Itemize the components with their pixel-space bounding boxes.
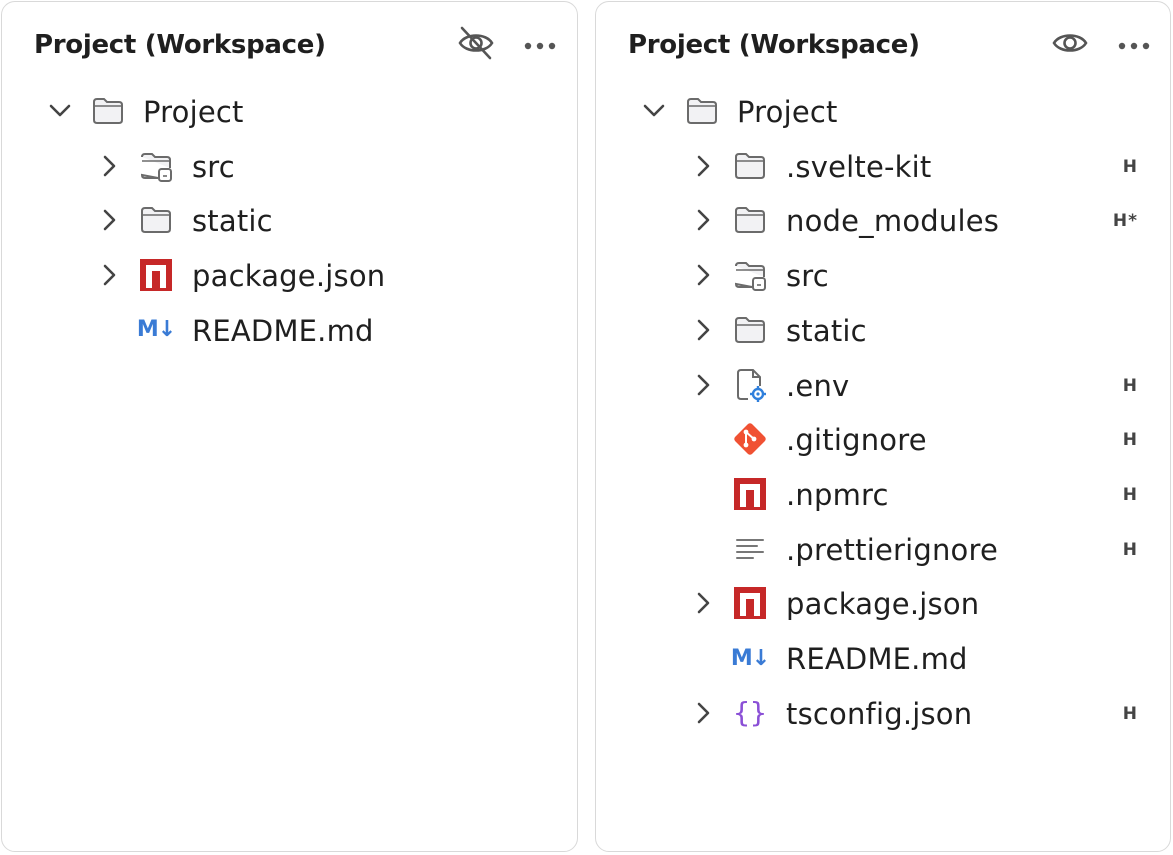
folder-icon [90, 93, 126, 129]
panel-header: Project (Workspace) [628, 24, 1154, 66]
panel-title: Project (Workspace) [628, 30, 920, 60]
tree-item-label: .gitignore [786, 423, 927, 458]
tree-item[interactable]: src [2, 139, 577, 194]
tree-item-label: node_modules [786, 204, 1000, 239]
tree-item-label: .npmrc [786, 477, 889, 512]
markdown-icon: M↓ [730, 645, 770, 671]
toggle-hidden-files-button[interactable] [456, 24, 496, 66]
tree-item[interactable]: package.json [2, 248, 577, 303]
tree-item[interactable]: static [596, 303, 1170, 358]
tree-item-label: package.json [786, 587, 980, 622]
panel-title: Project (Workspace) [34, 30, 326, 60]
chevron-right-icon[interactable] [690, 317, 716, 343]
tree-item[interactable]: package.json [596, 576, 1170, 631]
hidden-status-badge: H [1122, 484, 1138, 505]
chevron-down-icon[interactable] [641, 98, 667, 124]
markdown-icon: M↓ [136, 317, 176, 343]
hidden-status-badge: H [1122, 703, 1138, 724]
hidden-status-badge: H [1122, 430, 1138, 451]
folder-icon [732, 312, 768, 348]
tree-item-label: README.md [786, 642, 968, 676]
tree-item-label: Project [143, 95, 244, 129]
npm-icon [732, 585, 768, 621]
json-braces-icon: {} [733, 696, 767, 730]
chevron-right-icon[interactable] [690, 590, 716, 616]
tree-item[interactable]: .env H [596, 358, 1170, 413]
more-horizontal-icon [523, 36, 557, 55]
panel-header: Project (Workspace) [34, 24, 561, 66]
toggle-hidden-files-button[interactable] [1050, 24, 1090, 66]
explorer-panel-left: Project (Workspace) Project src static pack… [1, 1, 578, 852]
tree-item-label: .prettierignore [786, 532, 999, 567]
chevron-right-icon[interactable] [690, 207, 716, 233]
tree-item[interactable]: .prettierignore H [596, 522, 1170, 577]
tree-item[interactable]: {} tsconfig.json H [596, 686, 1170, 741]
git-icon [732, 421, 768, 457]
chevron-right-icon[interactable] [690, 700, 716, 726]
explorer-panel-right: Project (Workspace) Project .svelte-kit Hn… [595, 1, 1171, 852]
hidden-status-badge: H* [1112, 211, 1138, 232]
chevron-right-icon[interactable] [96, 207, 122, 233]
tree-item-label: .svelte-kit [786, 149, 932, 184]
tree-root-row[interactable]: Project [2, 84, 577, 139]
folder-icon [732, 148, 768, 184]
folder-icon [138, 202, 174, 238]
chevron-right-icon[interactable] [690, 372, 716, 398]
chevron-right-icon[interactable] [96, 262, 122, 288]
folder-icon [732, 202, 768, 238]
settings-file-icon [732, 367, 768, 403]
tree-item-label: package.json [192, 259, 386, 294]
hidden-status-badge: H [1122, 156, 1138, 177]
tree-item-label: static [786, 313, 867, 348]
npm-icon [732, 476, 768, 512]
folder-icon [684, 93, 720, 129]
tree-item[interactable]: .svelte-kit H [596, 139, 1170, 194]
npm-icon [138, 257, 174, 293]
hidden-status-badge: H [1122, 539, 1138, 560]
tree-item-label: Project [737, 95, 838, 129]
more-actions-button[interactable] [1114, 24, 1154, 66]
tree-item-label: .env [786, 368, 850, 403]
eye-off-icon [456, 23, 496, 67]
tree-item[interactable]: node_modules H* [596, 193, 1170, 248]
tree-item-label: tsconfig.json [786, 696, 973, 731]
text-lines-icon [732, 531, 768, 567]
tree-item[interactable]: .gitignore H [596, 412, 1170, 467]
tree-item[interactable]: src [596, 248, 1170, 303]
tree-item[interactable]: M↓ README.md [2, 303, 577, 358]
chevron-down-icon[interactable] [47, 98, 73, 124]
eye-icon [1050, 23, 1090, 67]
folder-lock-icon [138, 148, 174, 184]
hidden-status-badge: H [1122, 375, 1138, 396]
tree-item-label: src [786, 259, 829, 294]
tree-item[interactable]: M↓ README.md [596, 631, 1170, 686]
tree-item[interactable]: .npmrc H [596, 467, 1170, 522]
more-actions-button[interactable] [520, 24, 560, 66]
folder-lock-icon [732, 257, 768, 293]
tree-item-label: README.md [192, 313, 374, 348]
more-horizontal-icon [1117, 36, 1151, 55]
chevron-right-icon[interactable] [96, 153, 122, 179]
tree-item[interactable]: static [2, 193, 577, 248]
tree-root-row[interactable]: Project [596, 84, 1170, 139]
chevron-right-icon[interactable] [690, 262, 716, 288]
tree-item-label: src [192, 149, 235, 184]
tree-item-label: static [192, 204, 273, 239]
chevron-right-icon[interactable] [690, 153, 716, 179]
